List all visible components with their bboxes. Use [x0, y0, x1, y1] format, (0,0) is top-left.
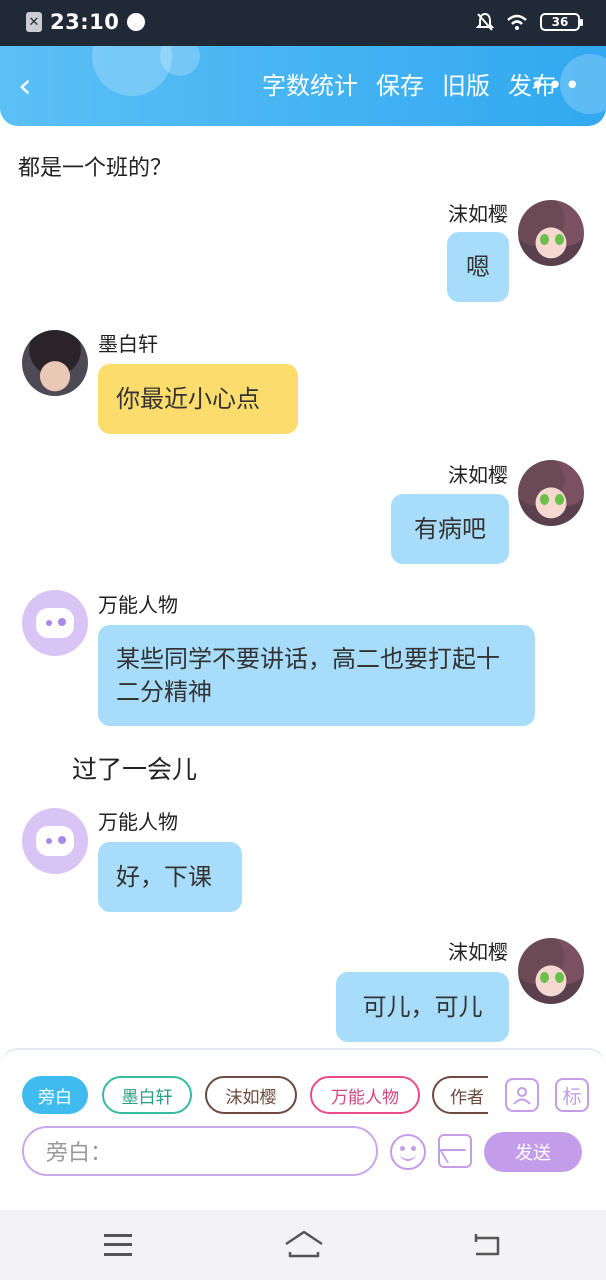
- home-icon[interactable]: [284, 1228, 324, 1260]
- status-time: 23:10: [50, 10, 120, 34]
- header-actions: 字数统计 保存 旧版 发布: [262, 68, 556, 104]
- narration-text: 都是一个班的？: [18, 156, 173, 181]
- battery-icon: 36: [540, 13, 583, 31]
- chat-bot-icon: [36, 826, 74, 856]
- sender-name: 沫如樱: [448, 202, 508, 226]
- role-chip-universal[interactable]: 万能人物: [310, 1076, 420, 1114]
- send-button[interactable]: 发送: [484, 1132, 582, 1172]
- back-nav-icon[interactable]: [472, 1232, 502, 1258]
- notification-icon: ✕: [26, 12, 42, 32]
- sender-name: 沫如樱: [448, 463, 508, 487]
- mute-icon: [476, 12, 494, 31]
- message-bubble[interactable]: 嗯: [447, 232, 509, 302]
- avatar[interactable]: [22, 808, 88, 874]
- word-count-button[interactable]: 字数统计: [262, 68, 358, 104]
- old-version-button[interactable]: 旧版: [442, 68, 490, 104]
- save-button[interactable]: 保存: [376, 68, 424, 104]
- message-bubble[interactable]: 好，下课: [98, 842, 242, 912]
- sender-name: 墨白轩: [98, 332, 158, 356]
- avatar[interactable]: [22, 590, 88, 656]
- sender-name: 沫如樱: [448, 940, 508, 964]
- chat-bot-icon: [36, 608, 74, 638]
- role-chip-narrator[interactable]: 旁白: [22, 1076, 88, 1114]
- message-bubble[interactable]: 有病吧: [391, 494, 509, 564]
- menu-icon[interactable]: [104, 1234, 132, 1256]
- composer-panel: 旁白 墨白轩 沫如樱 万能人物 作者 标 旁白： 发送: [0, 1048, 606, 1210]
- avatar[interactable]: [22, 330, 88, 396]
- status-bar: ✕ 23:10 36: [0, 0, 606, 46]
- more-icon[interactable]: •••: [530, 68, 580, 104]
- app-notification-icon: [127, 13, 146, 31]
- tag-button[interactable]: 标: [555, 1078, 589, 1112]
- editor-header: ‹ 字数统计 保存 旧版 发布 •••: [0, 46, 606, 126]
- emoji-icon[interactable]: [390, 1134, 426, 1170]
- avatar[interactable]: [518, 938, 584, 1004]
- person-icon: [513, 1087, 531, 1105]
- message-bubble[interactable]: 你最近小心点: [98, 364, 298, 434]
- avatar[interactable]: [518, 200, 584, 266]
- role-manage-button[interactable]: [505, 1078, 539, 1112]
- message-input[interactable]: 旁白：: [22, 1126, 378, 1176]
- message-bubble[interactable]: 可儿，可儿: [336, 972, 509, 1042]
- avatar[interactable]: [518, 460, 584, 526]
- message-bubble[interactable]: 某些同学不要讲话，高二也要打起十二分精神: [98, 625, 535, 726]
- sender-name: 万能人物: [98, 593, 178, 617]
- narration-text: 过了一会儿: [72, 755, 198, 784]
- back-button[interactable]: ‹: [18, 68, 50, 104]
- role-chip-author[interactable]: 作者: [432, 1076, 488, 1114]
- wifi-icon: [507, 14, 527, 30]
- image-icon[interactable]: [438, 1134, 472, 1168]
- role-chip-moruying[interactable]: 沫如樱: [205, 1076, 297, 1114]
- role-chip-mobaixuan[interactable]: 墨白轩: [102, 1076, 192, 1114]
- sender-name: 万能人物: [98, 810, 178, 834]
- system-nav-bar: [0, 1210, 606, 1280]
